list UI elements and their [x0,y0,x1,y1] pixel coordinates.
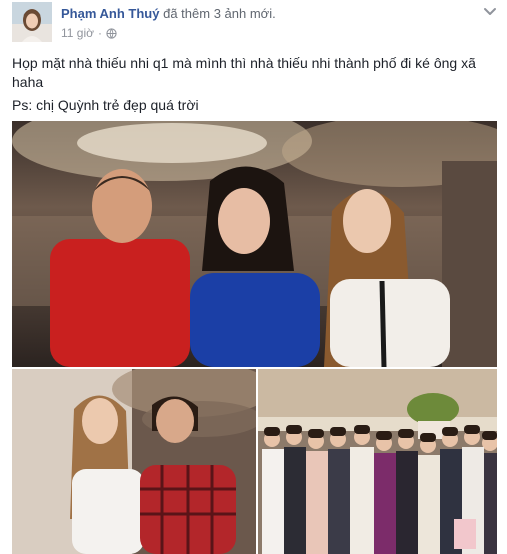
post-header: Phạm Anh Thuý đã thêm 3 ảnh mới. 11 giờ … [12,2,502,46]
globe-icon[interactable] [106,27,117,39]
post-text-line: Họp mặt nhà thiếu nhi q1 mà mình thì nhà… [12,55,476,71]
photo-count-link[interactable]: 3 ảnh mới. [214,6,276,21]
post-timestamp[interactable]: 11 giờ [61,26,94,40]
post-photo-3[interactable] [258,369,497,554]
meta-separator: · [98,26,102,40]
author-avatar[interactable] [12,2,52,42]
post-text-line: Ps: chị Quỳnh trẻ đẹp quá trời [12,97,199,113]
post-message: Họp mặt nhà thiếu nhi q1 mà mình thì nhà… [12,54,498,115]
author-line: Phạm Anh Thuý đã thêm 3 ảnh mới. [61,6,276,21]
post-photo-1[interactable] [12,121,497,367]
chevron-down-icon[interactable] [482,5,498,19]
post-text-line: haha [12,74,44,90]
avatar-image [12,2,52,42]
author-action-text: đã thêm [163,6,211,21]
facebook-post: Phạm Anh Thuý đã thêm 3 ảnh mới. 11 giờ … [0,0,507,554]
author-name-link[interactable]: Phạm Anh Thuý [61,6,159,21]
post-meta: 11 giờ · [61,26,117,40]
post-photo-2[interactable] [12,369,256,554]
